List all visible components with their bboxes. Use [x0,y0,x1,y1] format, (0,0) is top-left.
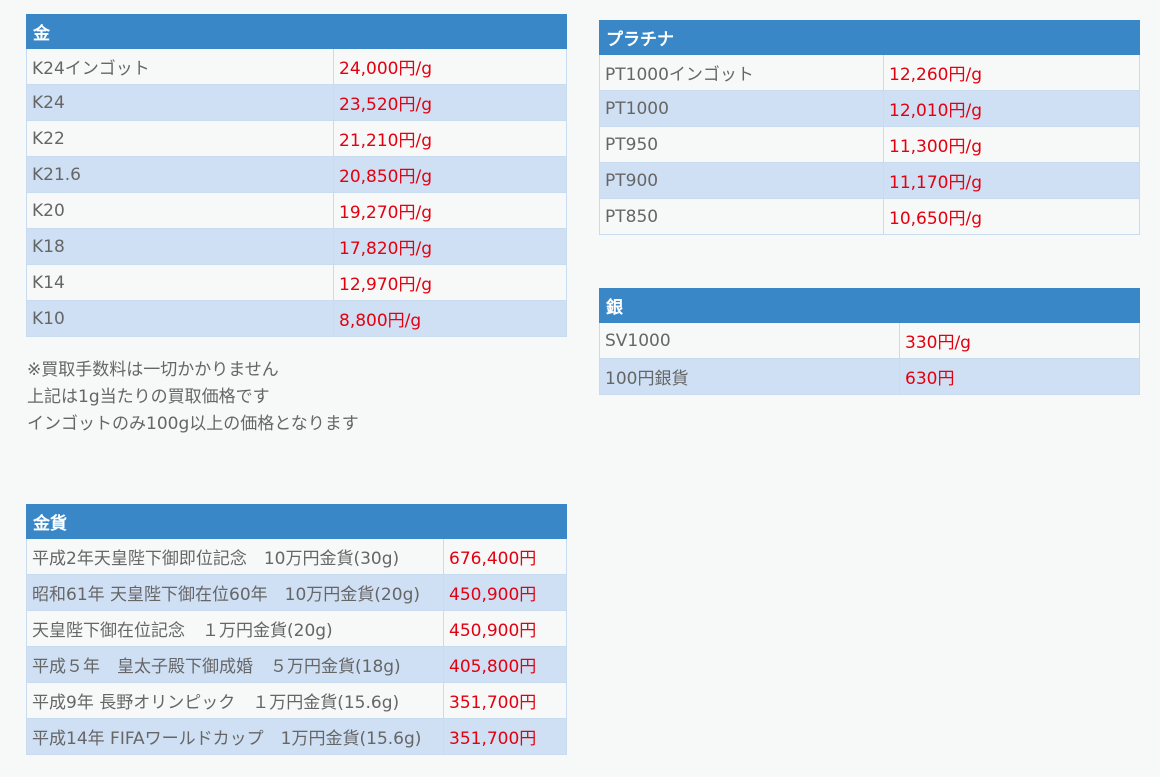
table-row: 平成14年 FIFAワールドカップ 1万円金貨(15.6g) 351,700円 [26,718,567,755]
item-name: K21.6 [26,156,334,193]
item-price: 330円/g [899,322,1140,359]
item-price: 8,800円/g [333,300,567,337]
item-price: 676,400円 [443,538,567,575]
item-price: 450,900円 [443,574,567,611]
table-row: 平成9年 長野オリンピック １万円金貨(15.6g) 351,700円 [26,682,567,719]
table-row: K21.6 20,850円/g [26,156,567,193]
item-price: 12,010円/g [883,90,1140,127]
item-name: 昭和61年 天皇陛下御在位60年 10万円金貨(20g) [26,574,444,611]
table-row: 100円銀貨 630円 [599,358,1140,395]
table-row: K22 21,210円/g [26,120,567,157]
item-name: K10 [26,300,334,337]
item-price: 21,210円/g [333,120,567,157]
item-name: 平成2年天皇陛下御即位記念 10万円金貨(30g) [26,538,444,575]
table-row: K24 23,520円/g [26,84,567,121]
item-name: 100円銀貨 [599,358,900,395]
item-price: 405,800円 [443,646,567,683]
item-price: 11,300円/g [883,126,1140,163]
item-price: 10,650円/g [883,198,1140,235]
item-name: SV1000 [599,322,900,359]
item-name: K24 [26,84,334,121]
table-row: PT1000インゴット 12,260円/g [599,54,1140,91]
platinum-price-table: プラチナ PT1000インゴット 12,260円/g PT1000 12,010円/… [599,20,1140,235]
item-price: 11,170円/g [883,162,1140,199]
gold-price-table: 金 K24インゴット 24,000円/g K24 23,520円/g K22 21,2… [26,14,567,337]
note-line: 上記は1g当たりの買取価格です [27,387,270,407]
item-price: 19,270円/g [333,192,567,229]
gold-coin-table-title: 金貨 [26,504,567,539]
table-row: PT950 11,300円/g [599,126,1140,163]
item-price: 20,850円/g [333,156,567,193]
item-name: K22 [26,120,334,157]
item-name: 天皇陛下御在位記念 １万円金貨(20g) [26,610,444,647]
item-name: K24インゴット [26,48,334,85]
item-price: 17,820円/g [333,228,567,265]
platinum-table-title: プラチナ [599,20,1140,55]
item-name: PT1000インゴット [599,54,884,91]
item-name: PT1000 [599,90,884,127]
item-price: 23,520円/g [333,84,567,121]
gold-coin-price-table: 金貨 平成2年天皇陛下御即位記念 10万円金貨(30g) 676,400円 昭和6… [26,504,567,755]
item-price: 351,700円 [443,718,567,755]
item-price: 12,970円/g [333,264,567,301]
item-price: 450,900円 [443,610,567,647]
table-row: PT850 10,650円/g [599,198,1140,235]
item-name: PT900 [599,162,884,199]
table-row: K14 12,970円/g [26,264,567,301]
table-row: K24インゴット 24,000円/g [26,48,567,85]
item-name: PT950 [599,126,884,163]
note-line: ※買取手数料は一切かかりません [27,360,279,380]
item-name: K14 [26,264,334,301]
item-name: 平成14年 FIFAワールドカップ 1万円金貨(15.6g) [26,718,444,755]
table-row: K10 8,800円/g [26,300,567,337]
table-row: PT1000 12,010円/g [599,90,1140,127]
table-row: SV1000 330円/g [599,322,1140,359]
item-name: K18 [26,228,334,265]
item-price: 630円 [899,358,1140,395]
silver-price-table: 銀 SV1000 330円/g 100円銀貨 630円 [599,288,1140,395]
table-row: 昭和61年 天皇陛下御在位60年 10万円金貨(20g) 450,900円 [26,574,567,611]
item-price: 24,000円/g [333,48,567,85]
table-row: K18 17,820円/g [26,228,567,265]
item-price: 351,700円 [443,682,567,719]
silver-table-title: 銀 [599,288,1140,323]
item-name: PT850 [599,198,884,235]
note-line: インゴットのみ100g以上の価格となります [27,414,359,434]
item-name: K20 [26,192,334,229]
table-row: 平成2年天皇陛下御即位記念 10万円金貨(30g) 676,400円 [26,538,567,575]
table-row: PT900 11,170円/g [599,162,1140,199]
gold-table-title: 金 [26,14,567,49]
price-notes: ※買取手数料は一切かかりません 上記は1g当たりの買取価格です インゴットのみ1… [27,357,359,438]
table-row: 平成５年 皇太子殿下御成婚 ５万円金貨(18g) 405,800円 [26,646,567,683]
item-name: 平成9年 長野オリンピック １万円金貨(15.6g) [26,682,444,719]
item-name: 平成５年 皇太子殿下御成婚 ５万円金貨(18g) [26,646,444,683]
table-row: 天皇陛下御在位記念 １万円金貨(20g) 450,900円 [26,610,567,647]
table-row: K20 19,270円/g [26,192,567,229]
item-price: 12,260円/g [883,54,1140,91]
